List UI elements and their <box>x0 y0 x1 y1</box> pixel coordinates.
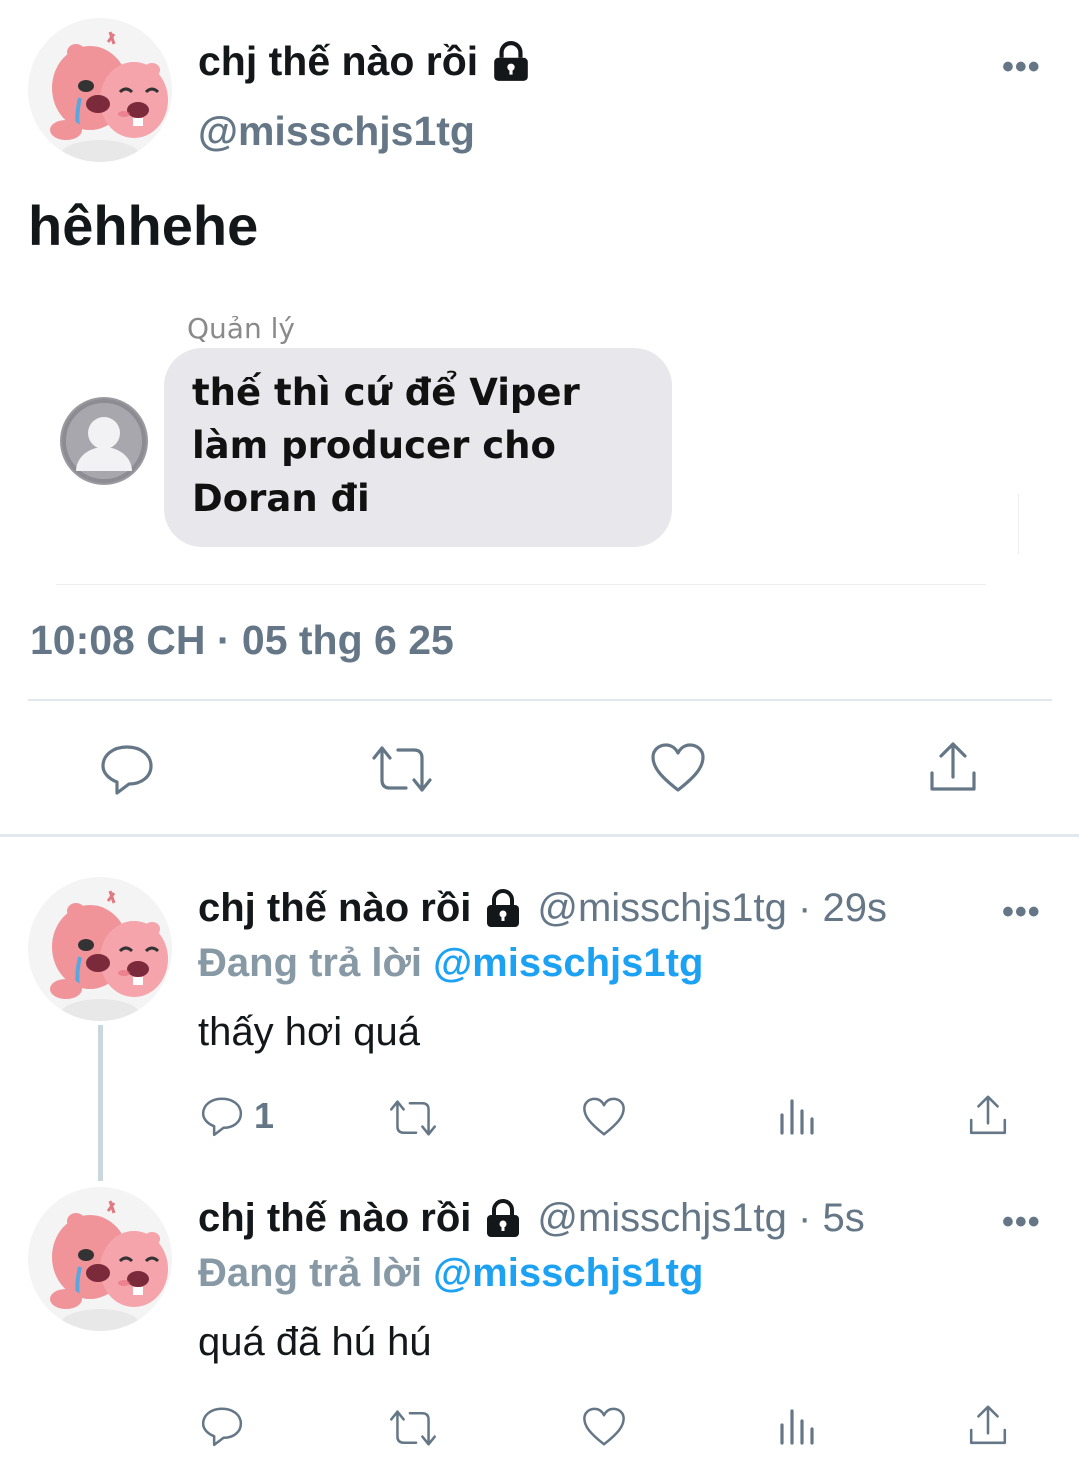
retweet-button[interactable] <box>370 742 434 796</box>
retweet-button[interactable] <box>388 1407 438 1449</box>
pink-beaver-avatar-icon <box>28 877 172 1021</box>
display-name-text[interactable]: chj thế nào rồi <box>198 38 478 85</box>
section-divider <box>0 834 1079 837</box>
share-button[interactable] <box>968 1404 1008 1448</box>
display-name[interactable]: chj thế nào rồi <box>198 38 532 85</box>
reply-count: 1 <box>254 1095 275 1136</box>
retweet-icon <box>372 746 432 792</box>
share-button[interactable] <box>928 741 978 795</box>
reply-display-name[interactable]: chj thế nào rồi <box>198 886 471 931</box>
reply-text: thấy hơi quá <box>198 1010 420 1054</box>
reply-bubble-icon <box>201 1407 243 1447</box>
default-person-icon <box>60 397 148 485</box>
reply-handle-time[interactable]: @misschjs1tg · 5s <box>537 1196 864 1241</box>
chat-sender-label: Quản lý <box>187 312 295 345</box>
reply-display-name[interactable]: chj thế nào rồi <box>198 1196 471 1241</box>
share-icon <box>969 1095 1007 1135</box>
handle[interactable]: @misschjs1tg <box>198 108 475 155</box>
tweet-media-image[interactable]: Quản lý thế thì cứ để Viper làm producer… <box>56 296 1020 590</box>
reply-header[interactable]: chj thế nào rồi @misschjs1tg · 29s <box>198 886 887 931</box>
reply-more-options-button[interactable]: ••• <box>1002 1203 1041 1242</box>
reply-button[interactable] <box>200 1404 254 1448</box>
retweet-icon <box>389 1410 437 1446</box>
like-button[interactable] <box>582 1096 626 1138</box>
reply-button[interactable]: 1 <box>200 1094 274 1138</box>
reply-button[interactable] <box>99 741 155 797</box>
analytics-icon <box>780 1409 814 1445</box>
image-edge <box>56 584 986 585</box>
reply-header[interactable]: chj thế nào rồi @misschjs1tg · 5s <box>198 1196 865 1241</box>
thread-line <box>98 1025 103 1181</box>
lock-icon <box>483 1199 523 1239</box>
replying-mention-link[interactable]: @misschjs1tg <box>433 941 703 985</box>
share-button[interactable] <box>968 1094 1008 1138</box>
replying-to: Đang trả lời @misschjs1tg <box>198 941 703 986</box>
tweet-text: hêhhehe <box>28 194 259 257</box>
divider <box>28 699 1052 701</box>
lock-icon <box>483 889 523 929</box>
more-options-button[interactable]: ••• <box>1002 48 1041 87</box>
reply-avatar[interactable] <box>28 1187 172 1331</box>
retweet-button[interactable] <box>388 1097 438 1139</box>
pink-beaver-avatar-icon <box>28 1187 172 1331</box>
reply-text: quá đã hú hú <box>198 1320 432 1364</box>
reply-more-options-button[interactable]: ••• <box>1002 893 1041 932</box>
analytics-icon <box>780 1099 814 1135</box>
heart-icon <box>651 743 705 792</box>
pink-beaver-avatar-icon <box>28 18 172 162</box>
retweet-icon <box>389 1100 437 1136</box>
reply-avatar[interactable] <box>28 877 172 1021</box>
replying-mention-link[interactable]: @misschjs1tg <box>433 1251 703 1295</box>
heart-icon <box>583 1407 625 1446</box>
tweet-timestamp[interactable]: 10:08 CH · 05 thg 6 25 <box>30 617 454 664</box>
chat-message-bubble: thế thì cứ để Viper làm producer cho Dor… <box>164 348 672 547</box>
reply-handle-time[interactable]: @misschjs1tg · 29s <box>537 886 887 931</box>
analytics-button[interactable] <box>778 1097 816 1137</box>
replying-prefix: Đang trả lời <box>198 941 423 985</box>
lock-icon <box>490 41 532 83</box>
reply-bubble-icon <box>201 1097 243 1137</box>
heart-icon <box>583 1097 625 1136</box>
share-icon <box>969 1405 1007 1445</box>
avatar[interactable] <box>28 18 172 162</box>
reply-bubble-icon <box>101 745 153 795</box>
replying-prefix: Đang trả lời <box>198 1251 423 1295</box>
share-icon <box>930 742 976 791</box>
like-button[interactable] <box>650 742 706 794</box>
image-edge-right <box>1018 494 1019 554</box>
like-button[interactable] <box>582 1406 626 1448</box>
replying-to: Đang trả lời @misschjs1tg <box>198 1251 703 1296</box>
analytics-button[interactable] <box>778 1407 816 1447</box>
